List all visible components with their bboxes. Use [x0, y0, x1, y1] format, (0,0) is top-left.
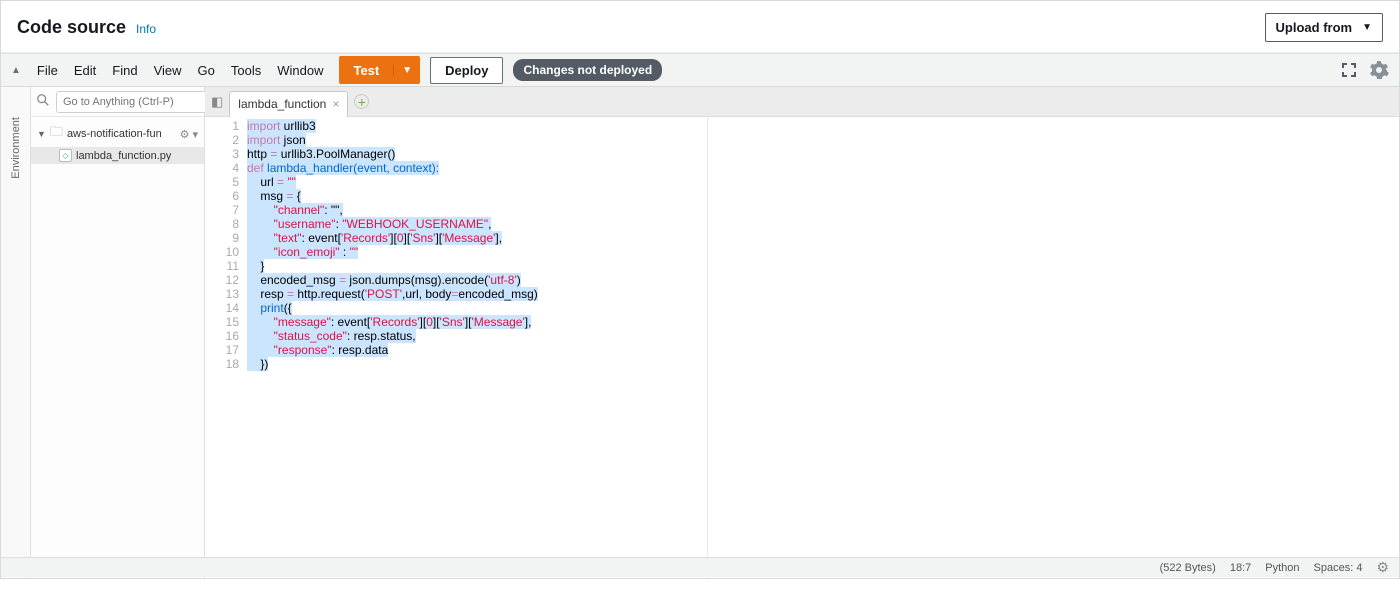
language-mode[interactable]: Python [1265, 562, 1299, 574]
file-row[interactable]: ◇ lambda_function.py [31, 147, 204, 164]
file-size: (522 Bytes) [1160, 562, 1216, 574]
panel-title: Code source [17, 17, 126, 38]
side-tab-label: Environment [10, 117, 22, 179]
test-button[interactable]: Test ▼ [339, 56, 420, 84]
column-guide [707, 117, 708, 578]
cursor-position[interactable]: 18:7 [1230, 562, 1251, 574]
menu-window[interactable]: Window [277, 63, 323, 78]
ide-toolbar: ▲ File Edit Find View Go Tools Window Te… [1, 53, 1399, 87]
indent-mode[interactable]: Spaces: 4 [1314, 562, 1363, 574]
python-file-icon: ◇ [59, 149, 72, 162]
menu-edit[interactable]: Edit [74, 63, 96, 78]
menu-file[interactable]: File [37, 63, 58, 78]
editor-area: ◧ lambda_function × + 123456789101112131… [205, 87, 1399, 578]
upload-from-button[interactable]: Upload from ▼ [1265, 13, 1383, 42]
statusbar-gear-icon[interactable]: ⚙ [1376, 559, 1389, 576]
menu-view[interactable]: View [154, 63, 182, 78]
file-explorer: ▼ 🗀 aws-notification-fun ⚙ ▾ ◇ lambda_fu… [31, 87, 205, 578]
project-name-label: aws-notification-fun [67, 128, 162, 140]
info-link[interactable]: Info [136, 22, 156, 36]
deploy-status-badge: Changes not deployed [513, 59, 662, 81]
panel-header: Code source Info Upload from ▼ [1, 1, 1399, 53]
code-editor[interactable]: 123456789101112131415161718 import urlli… [205, 117, 1399, 578]
tree-menu-icon[interactable]: ▾ [192, 128, 198, 141]
folder-icon: 🗀 [50, 123, 63, 145]
editor-tab[interactable]: lambda_function × [229, 91, 348, 117]
search-icon[interactable] [36, 93, 50, 110]
code-content[interactable]: import urllib3 import json http = urllib… [247, 117, 1399, 578]
menu-find[interactable]: Find [112, 63, 137, 78]
collapse-toggle-icon[interactable]: ▲ [11, 65, 21, 76]
file-name-label: lambda_function.py [76, 150, 171, 162]
goto-anything-input[interactable] [56, 91, 212, 113]
caret-down-icon: ▼ [1362, 22, 1372, 33]
tree-gear-icon[interactable]: ⚙ [180, 128, 190, 141]
tabs-bar: ◧ lambda_function × + [205, 87, 1399, 117]
test-label: Test [339, 63, 393, 78]
deploy-button[interactable]: Deploy [430, 57, 503, 84]
expand-caret-icon: ▼ [37, 129, 46, 139]
environment-side-tab[interactable]: Environment [1, 87, 31, 578]
line-gutter: 123456789101112131415161718 [205, 117, 247, 578]
ide-body: Environment ▼ 🗀 aws-notification-fun ⚙ ▾ [1, 87, 1399, 578]
project-root-row[interactable]: ▼ 🗀 aws-notification-fun ⚙ ▾ [31, 121, 204, 147]
tab-list-icon[interactable]: ◧ [211, 94, 223, 110]
status-bar: (522 Bytes) 18:7 Python Spaces: 4 ⚙ [1, 557, 1399, 577]
tab-label: lambda_function [238, 97, 326, 111]
add-tab-icon[interactable]: + [354, 94, 369, 109]
upload-label: Upload from [1276, 20, 1353, 35]
close-tab-icon[interactable]: × [332, 97, 339, 111]
test-dropdown-icon[interactable]: ▼ [393, 65, 420, 76]
settings-gear-icon[interactable] [1369, 60, 1389, 80]
menu-go[interactable]: Go [198, 63, 215, 78]
menu-tools[interactable]: Tools [231, 63, 261, 78]
fullscreen-icon[interactable] [1341, 62, 1357, 78]
